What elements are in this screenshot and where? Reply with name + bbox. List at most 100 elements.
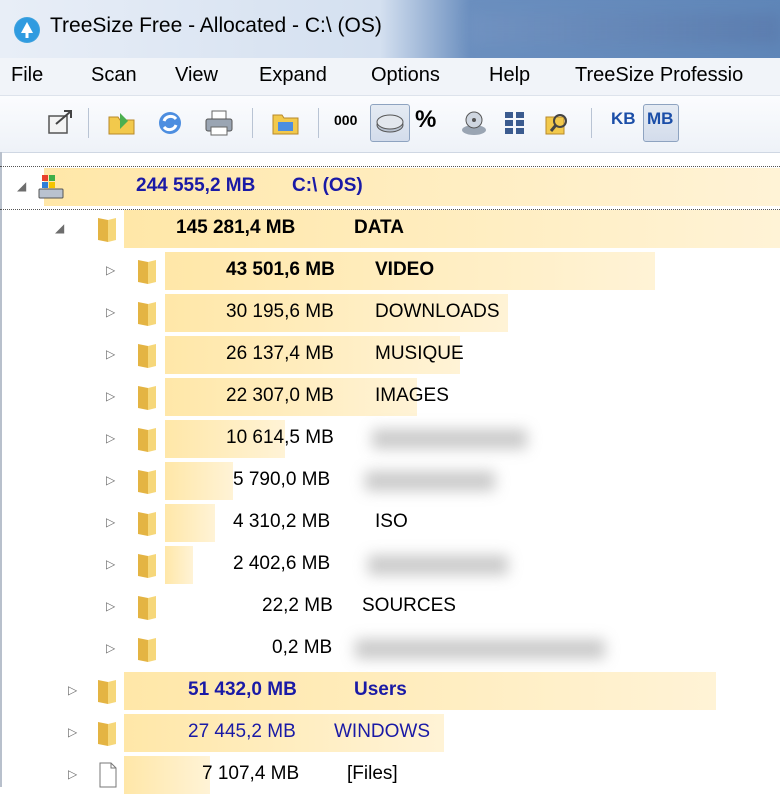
scan-folder-icon[interactable]	[106, 107, 138, 139]
expand-arrow-icon[interactable]: ▷	[68, 725, 82, 739]
root-size: 244 555,2 MB	[136, 175, 256, 196]
collapse-arrow-icon[interactable]: ◢	[17, 179, 31, 193]
tree-row-windows[interactable]: ▷ 27 445,2 MB WINDOWS	[0, 712, 780, 754]
size-bar	[124, 756, 210, 794]
row-size: 145 281,4 MB	[176, 217, 296, 238]
print-icon[interactable]	[203, 107, 235, 139]
expand-arrow-icon[interactable]: ▷	[106, 263, 120, 277]
folder-icon	[92, 718, 122, 748]
toolbar-separator	[252, 108, 253, 138]
tree-row-iso[interactable]: ▷ 4 310,2 MB ISO	[0, 502, 780, 544]
disk-icon	[376, 114, 404, 133]
row-size: 22 307,0 MB	[226, 385, 334, 406]
expand-arrow-icon[interactable]: ▷	[106, 473, 120, 487]
expand-arrow-icon[interactable]: ▷	[106, 641, 120, 655]
row-name: WINDOWS	[334, 721, 431, 742]
row-size: 43 501,6 MB	[226, 259, 335, 280]
collapse-arrow-icon[interactable]: ◢	[55, 221, 69, 235]
mb-button[interactable]: MB	[647, 109, 673, 129]
toolbar-separator	[591, 108, 592, 138]
tree-row-musique[interactable]: ▷ 26 137,4 MB MUSIQUE	[0, 334, 780, 376]
row-name: [Files]	[347, 763, 398, 784]
folder-icon	[132, 382, 162, 412]
size-bar	[165, 546, 193, 584]
menu-scan[interactable]: Scan	[91, 64, 137, 87]
row-size: 5 790,0 MB	[233, 469, 331, 490]
percent-button[interactable]: %	[415, 106, 436, 134]
expand-arrow-icon[interactable]: ▷	[106, 431, 120, 445]
folder-icon	[132, 634, 162, 664]
number-format-button[interactable]: 000	[334, 112, 357, 128]
tree-row-folder[interactable]: ▷ 10 614,5 MB	[0, 418, 780, 460]
menu-treesize-professional[interactable]: TreeSize Professio	[575, 64, 743, 87]
drive-icon	[36, 172, 66, 202]
expand-arrow-icon[interactable]: ▷	[106, 305, 120, 319]
search-icon[interactable]	[540, 107, 572, 139]
tree-row-data[interactable]: ◢ 145 281,4 MB DATA	[0, 208, 780, 250]
expand-arrow-icon[interactable]: ▷	[68, 683, 82, 697]
folder-icon	[132, 550, 162, 580]
titlebar-obscured-area	[470, 14, 780, 44]
expand-arrow-icon[interactable]: ▷	[68, 767, 82, 781]
row-size: 26 137,4 MB	[226, 343, 334, 364]
folder-icon	[132, 340, 162, 370]
tree-row-folder[interactable]: ▷ 5 790,0 MB	[0, 460, 780, 502]
tree-root-row[interactable]: ◢ 244 555,2 MB C:\ (OS)	[0, 166, 780, 210]
expand-arrow-icon[interactable]: ▷	[106, 515, 120, 529]
folder-icon	[132, 424, 162, 454]
row-size: 0,2 MB	[272, 637, 333, 658]
row-name: SOURCES	[362, 595, 456, 616]
row-name: ISO	[375, 511, 408, 532]
save-icon[interactable]	[270, 107, 302, 139]
window-title: TreeSize Free - Allocated - C:\ (OS)	[50, 14, 382, 37]
folder-tree: ◢ 244 555,2 MB C:\ (OS) ◢ 145 281,4 MB D…	[0, 158, 780, 794]
row-size: 22,2 MB	[262, 595, 333, 616]
tree-row-images[interactable]: ▷ 22 307,0 MB IMAGES	[0, 376, 780, 418]
menu-help[interactable]: Help	[489, 64, 530, 87]
row-name: Users	[354, 679, 407, 700]
folder-icon	[132, 466, 162, 496]
files-icon[interactable]	[458, 107, 490, 139]
folder-icon	[132, 592, 162, 622]
toolbar-separator	[318, 108, 319, 138]
tree-row-folder[interactable]: ▷ 2 402,6 MB	[0, 544, 780, 586]
expand-arrow-icon[interactable]: ▷	[106, 599, 120, 613]
selection-outline	[0, 166, 780, 210]
refresh-icon[interactable]	[154, 107, 186, 139]
kb-button[interactable]: KB	[611, 109, 636, 129]
tree-row-folder[interactable]: ▷ 0,2 MB	[0, 628, 780, 670]
row-name: MUSIQUE	[375, 343, 464, 364]
folder-icon	[92, 676, 122, 706]
folder-icon	[132, 508, 162, 538]
tree-row-video[interactable]: ▷ 43 501,6 MB VIDEO	[0, 250, 780, 292]
owner-icon[interactable]	[499, 107, 531, 139]
mb-button-frame[interactable]: MB	[643, 104, 679, 142]
expand-arrow-icon[interactable]: ▷	[106, 347, 120, 361]
expand-arrow-icon[interactable]: ▷	[106, 389, 120, 403]
row-size: 2 402,6 MB	[233, 553, 331, 574]
size-view-button[interactable]	[370, 104, 410, 142]
menu-file[interactable]: File	[11, 64, 43, 87]
row-size: 30 195,6 MB	[226, 301, 334, 322]
expand-arrow-icon[interactable]: ▷	[106, 557, 120, 571]
folder-icon	[92, 214, 122, 244]
file-icon	[92, 760, 122, 790]
size-bar	[165, 462, 233, 500]
open-icon[interactable]	[44, 107, 76, 139]
size-bar	[165, 504, 215, 542]
folder-icon	[132, 256, 162, 286]
row-size: 10 614,5 MB	[226, 427, 334, 448]
tree-row-sources[interactable]: ▷ 22,2 MB SOURCES	[0, 586, 780, 628]
menu-options[interactable]: Options	[371, 64, 440, 87]
row-name: DATA	[354, 217, 404, 238]
menu-view[interactable]: View	[175, 64, 218, 87]
folder-icon	[132, 298, 162, 328]
row-name: VIDEO	[375, 259, 435, 280]
tree-row-users[interactable]: ▷ 51 432,0 MB Users	[0, 670, 780, 712]
row-name: DOWNLOADS	[375, 301, 500, 322]
tree-row-downloads[interactable]: ▷ 30 195,6 MB DOWNLOADS	[0, 292, 780, 334]
title-bar[interactable]: TreeSize Free - Allocated - C:\ (OS)	[0, 0, 780, 58]
tree-row-files[interactable]: ▷ 7 107,4 MB [Files]	[0, 754, 780, 796]
row-size: 51 432,0 MB	[188, 679, 297, 700]
menu-expand[interactable]: Expand	[259, 64, 327, 87]
